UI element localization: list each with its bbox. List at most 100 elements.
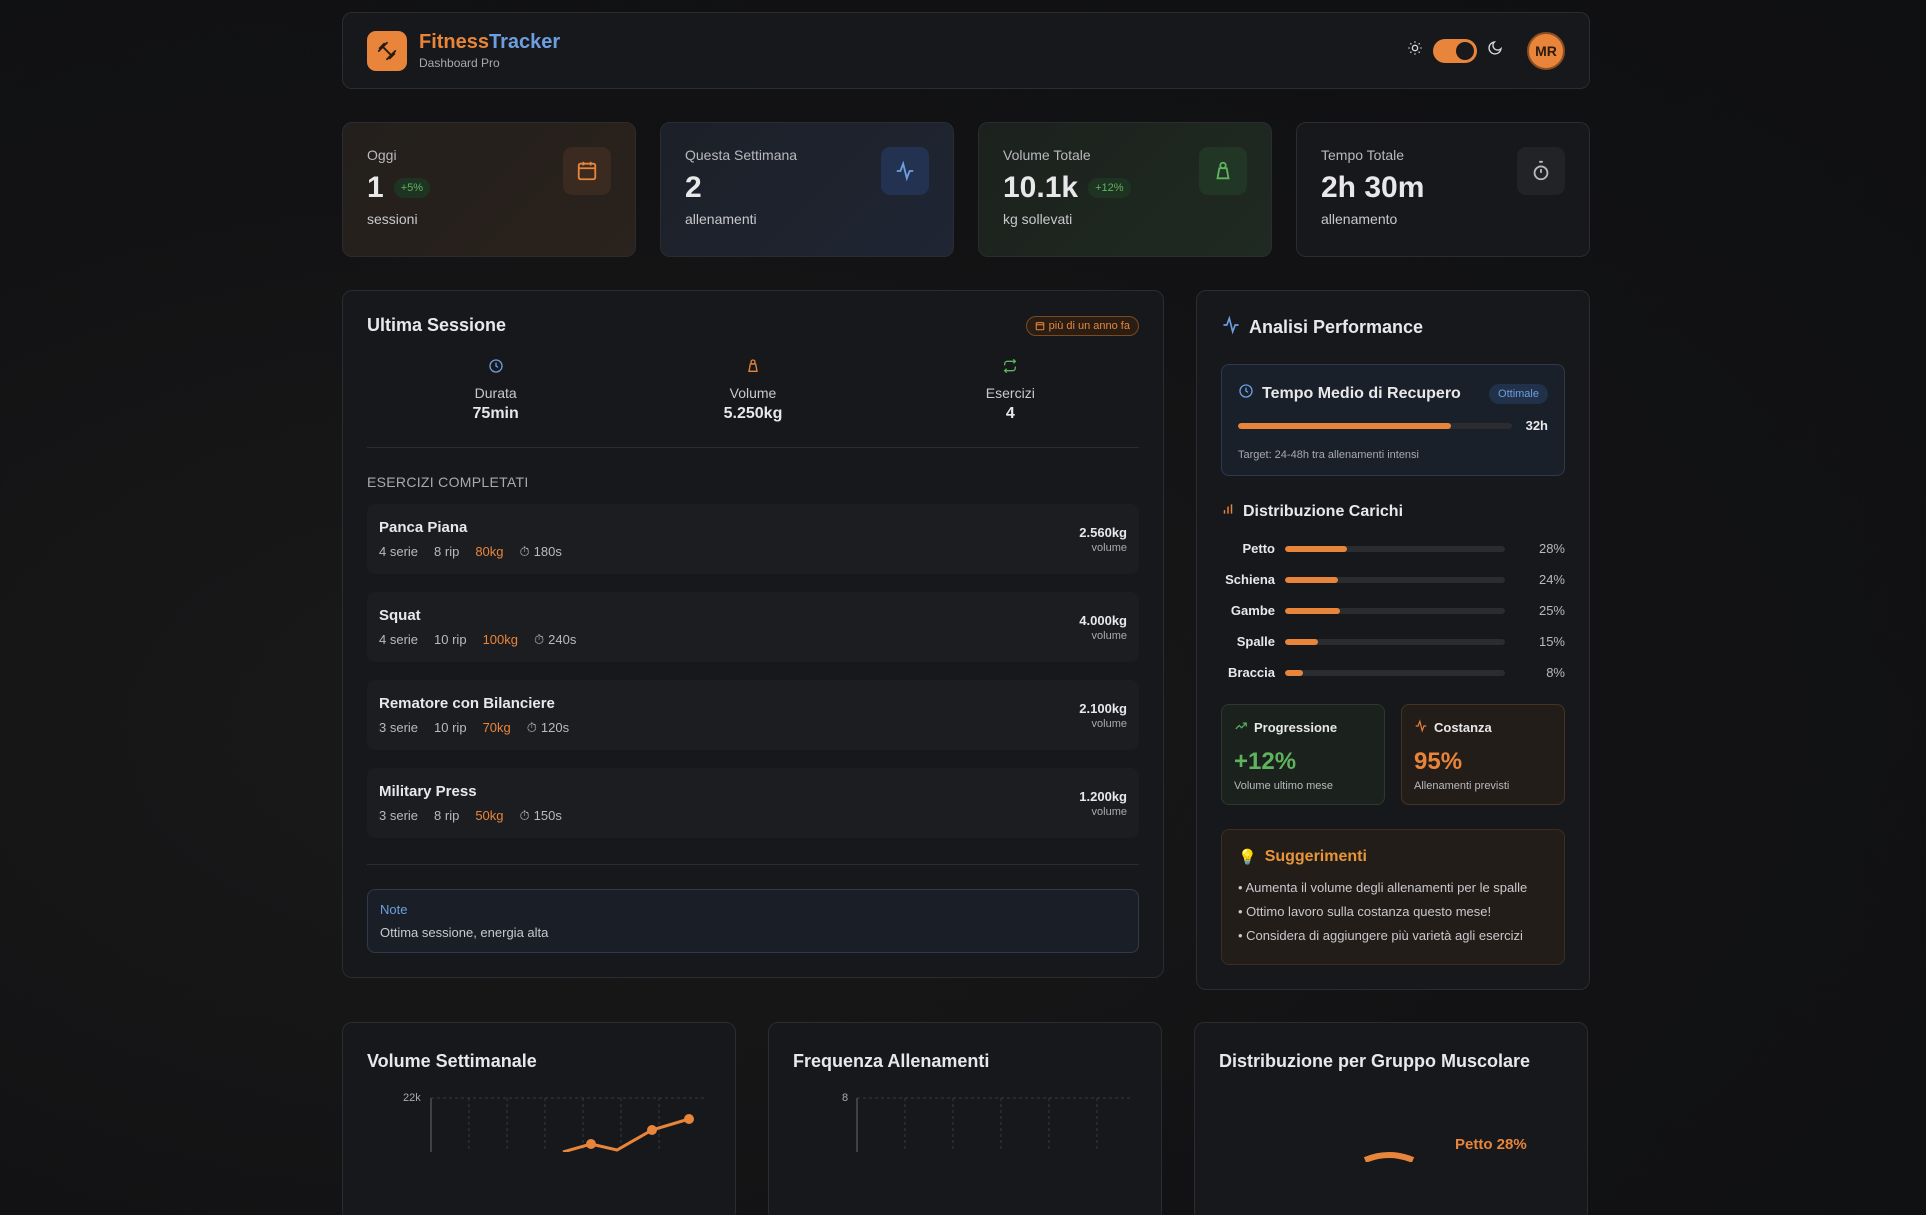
exercise-row[interactable]: Panca Piana 4 serie 8 rip 80kg ⏱ 180s 2.5… (367, 504, 1139, 574)
activity-icon (1414, 719, 1428, 736)
timer-icon (1517, 147, 1565, 195)
stat-value: 10.1k (1003, 171, 1079, 204)
distribution-row: Petto 28% (1221, 541, 1566, 556)
dumbbell-icon (367, 30, 407, 71)
recovery-target: Target: 24-48h tra allenamenti intensi (1238, 449, 1419, 461)
muscle-pct: 24% (1538, 572, 1565, 587)
exercise-sets: 3 serie (379, 808, 419, 823)
distribution-bar (1285, 607, 1505, 614)
muscle-name: Gambe (1230, 603, 1275, 618)
activity-icon (881, 147, 929, 195)
distribution-bar (1285, 576, 1505, 583)
section-title: Ultima Sessione (367, 315, 507, 335)
timer-icon: ⏱ (526, 719, 537, 735)
muscle-name: Schiena (1225, 572, 1275, 587)
status-badge: Ottimale (1489, 383, 1548, 404)
kpi-volume: Volume 5.250kg (653, 358, 853, 423)
clock-icon (1238, 383, 1254, 404)
stat-value: 2 (685, 171, 702, 204)
timer-icon: ⏱ (519, 807, 530, 823)
theme-toggle[interactable] (1433, 38, 1477, 63)
clock-icon (488, 359, 504, 378)
activity-icon (1221, 315, 1241, 340)
exercise-reps: 10 rip (434, 720, 467, 735)
exercise-volume-label: volume (1091, 717, 1127, 730)
exercise-weight: 70kg (482, 720, 511, 735)
muscle-name: Spalle (1236, 634, 1275, 649)
muscle-name: Braccia (1228, 665, 1275, 680)
exercise-row[interactable]: Military Press 3 serie 8 rip 50kg ⏱ 150s … (367, 768, 1139, 838)
exercise-reps: 8 rip (434, 544, 460, 559)
exercise-sets: 3 serie (379, 720, 419, 735)
exercise-rest: 180s (533, 544, 562, 559)
suggestion-item: • Aumenta il volume degli allenamenti pe… (1238, 880, 1528, 895)
app-header: FitnessTracker Dashboard Pro MR (342, 12, 1590, 89)
exercises-heading: ESERCIZI COMPLETATI (367, 474, 529, 490)
exercise-name: Squat (379, 606, 421, 624)
exercise-name: Panca Piana (379, 518, 468, 536)
muscle-pct: 15% (1538, 634, 1565, 649)
muscle-pct: 28% (1538, 541, 1565, 556)
muscle-pct: 8% (1546, 665, 1565, 680)
exercise-volume: 1.200kg (1079, 788, 1127, 804)
brand[interactable]: FitnessTracker Dashboard Pro (367, 30, 561, 71)
stat-sub: sessioni (367, 211, 418, 227)
repeat-icon (1002, 358, 1018, 378)
muscle-distribution-chart: Distribuzione per Gruppo Muscolare Petto… (1194, 1022, 1588, 1215)
exercise-volume-label: volume (1091, 805, 1127, 818)
exercise-volume-label: volume (1091, 629, 1127, 642)
suggestion-item: • Considera di aggiungere più varietà ag… (1238, 928, 1523, 943)
distribution-row: Spalle 15% (1221, 634, 1565, 649)
stat-card-week: Questa Settimana 2 allenamenti (660, 122, 954, 257)
distribution-bar (1285, 669, 1505, 676)
exercise-row[interactable]: Squat 4 serie 10 rip 100kg ⏱ 240s 4.000kg… (367, 592, 1139, 662)
muscle-name: Petto (1242, 541, 1276, 556)
exercise-rest: 120s (540, 720, 570, 735)
section-title: Analisi Performance (1221, 315, 1565, 340)
pie-label: Petto 28% (1455, 1136, 1527, 1153)
weight-icon (745, 359, 761, 378)
progression-card: Progressione +12% Volume ultimo mese (1221, 704, 1385, 805)
app-title: FitnessTracker (419, 31, 561, 53)
app-subtitle: Dashboard Pro (419, 56, 500, 70)
bar-chart-icon (1221, 502, 1235, 521)
exercise-volume: 2.100kg (1079, 700, 1127, 716)
exercise-volume: 2.560kg (1079, 524, 1127, 540)
exercise-reps: 8 rip (434, 808, 460, 823)
exercise-sets: 4 serie (379, 632, 419, 647)
suggestions-card: 💡 Suggerimenti • Aumenta il volume degli … (1221, 829, 1565, 965)
stat-card-time: Tempo Totale 2h 30m allenamento (1296, 122, 1590, 257)
calendar-icon (563, 147, 611, 195)
sun-icon (1407, 40, 1423, 61)
session-note: Note Ottima sessione, energia alta (367, 889, 1139, 953)
stat-value: 1 (367, 171, 384, 204)
stat-card-today: Oggi 1 +5% sessioni (342, 122, 636, 257)
frequency-chart: Frequenza Allenamenti 8 (768, 1022, 1162, 1215)
recovery-card: Tempo Medio di Recupero Ottimale 32h Tar… (1221, 364, 1565, 476)
moon-icon (1487, 40, 1503, 61)
stat-sub: allenamenti (685, 211, 757, 227)
timer-icon: ⏱ (533, 631, 545, 647)
exercise-volume: 4.000kg (1079, 612, 1127, 628)
exercise-rest: 150s (533, 808, 562, 823)
recovery-progress-bar (1238, 422, 1512, 429)
distribution-row: Gambe 25% (1221, 603, 1565, 618)
session-date-badge: più di un anno fa (1025, 315, 1139, 336)
weight-icon (1199, 147, 1247, 195)
trending-up-icon (1234, 719, 1248, 736)
exercise-row[interactable]: Rematore con Bilanciere 3 serie 10 rip 7… (367, 680, 1139, 750)
muscle-pct: 25% (1538, 603, 1565, 618)
timer-icon: ⏱ (519, 543, 530, 559)
lightbulb-icon: 💡 (1238, 849, 1257, 866)
stat-change-badge: +12% (1088, 178, 1131, 198)
suggestion-item: • Ottimo lavoro sulla costanza questo me… (1238, 904, 1492, 919)
exercise-reps: 10 rip (434, 632, 467, 647)
exercise-volume-label: volume (1091, 541, 1127, 554)
last-session-panel: Ultima Sessione più di un anno fa Durata… (342, 290, 1164, 978)
performance-panel: Analisi Performance Tempo Medio di Recup… (1196, 290, 1590, 990)
exercise-name: Military Press (379, 782, 477, 800)
calendar-icon (1035, 321, 1044, 330)
avatar[interactable]: MR (1527, 31, 1565, 70)
distribution-row: Schiena 24% (1221, 572, 1565, 587)
exercise-rest: 240s (548, 632, 577, 647)
